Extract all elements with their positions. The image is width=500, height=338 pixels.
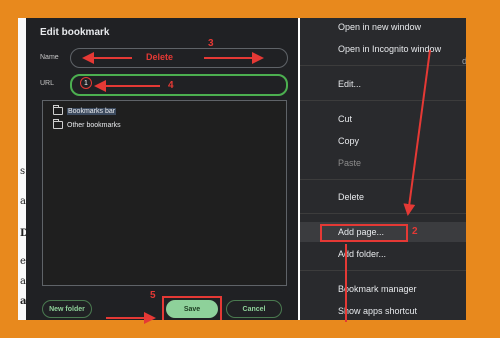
folder-icon — [53, 119, 63, 129]
new-folder-button[interactable]: New folder — [42, 300, 92, 318]
menu-item-edit[interactable]: Edit... — [338, 79, 361, 89]
edit-bookmark-dialog: Edit bookmark Name URL Bookmarks bar Oth… — [26, 18, 298, 320]
menu-item-copy[interactable]: Copy — [338, 136, 359, 146]
menu-separator — [300, 100, 466, 101]
menu-separator — [300, 270, 466, 271]
context-menu: di Open in new window Open in Incognito … — [300, 18, 466, 320]
name-label: Name — [40, 54, 59, 61]
menu-item-paste[interactable]: Paste — [338, 158, 361, 168]
url-label: URL — [40, 80, 55, 87]
folder-item-bookmarks-bar[interactable]: Bookmarks bar — [53, 105, 117, 115]
menu-item-add-folder[interactable]: Add folder... — [338, 249, 386, 259]
annotation-save-highlight — [162, 296, 222, 320]
folder-item-other-bookmarks[interactable]: Other bookmarks — [53, 119, 121, 129]
folder-icon — [53, 105, 63, 115]
name-input[interactable] — [70, 48, 288, 68]
cancel-button[interactable]: Cancel — [226, 300, 282, 318]
annotation-step-5: 5 — [150, 290, 156, 301]
menu-item-bookmark-manager[interactable]: Bookmark manager — [338, 284, 417, 294]
annotation-step-3: 3 — [208, 38, 214, 49]
folder-tree: Bookmarks bar Other bookmarks — [42, 100, 287, 286]
url-input[interactable] — [70, 74, 288, 96]
annotation-add-page-highlight — [320, 224, 408, 242]
annotation-step-4: 4 — [168, 80, 174, 91]
menu-item-cut[interactable]: Cut — [338, 114, 352, 124]
folder-label: Bookmarks bar — [67, 107, 117, 115]
annotation-circle-1: 1 — [80, 77, 92, 89]
annotation-step-2: 2 — [412, 226, 418, 237]
dialog-title: Edit bookmark — [40, 27, 110, 38]
menu-item-delete[interactable]: Delete — [338, 192, 364, 202]
menu-item-show-apps-shortcut[interactable]: Show apps shortcut — [338, 306, 417, 316]
folder-label: Other bookmarks — [67, 121, 121, 129]
annotation-delete-text: Delete — [146, 52, 174, 62]
background-text: s — [20, 166, 26, 177]
menu-item-open-incognito[interactable]: Open in Incognito window — [338, 44, 441, 54]
menu-item-open-new-window[interactable]: Open in new window — [338, 22, 421, 32]
menu-separator — [300, 213, 466, 214]
menu-separator — [300, 65, 466, 66]
menu-separator — [300, 179, 466, 180]
screenshot-frame: s a D e a as Edit bookmark Name URL Book… — [18, 18, 466, 320]
